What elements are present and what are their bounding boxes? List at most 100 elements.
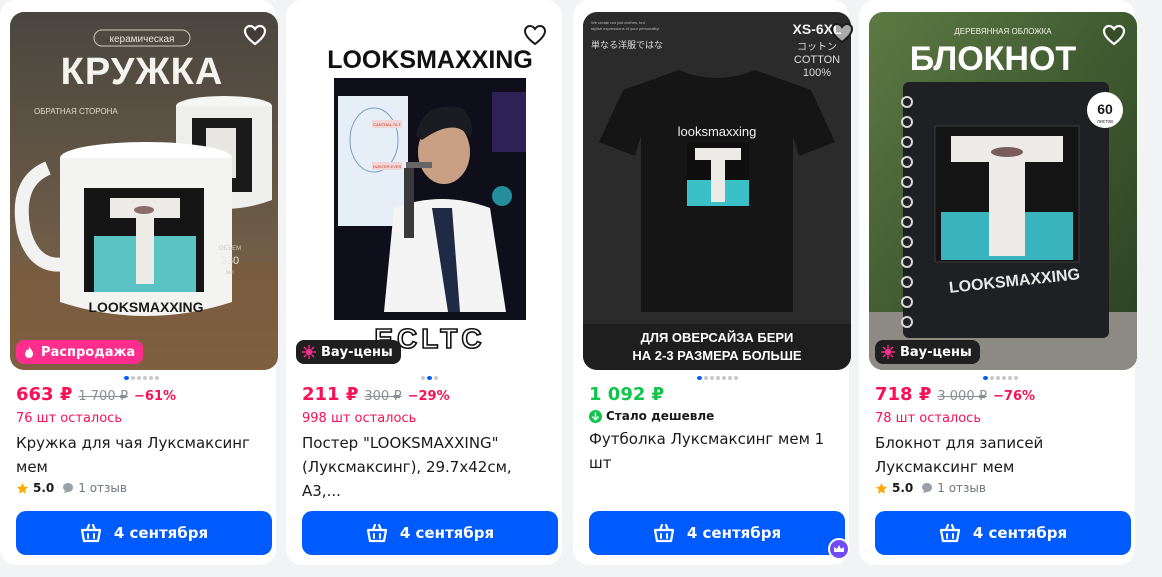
- product-image[interactable]: ДЕРЕВЯННАЯ ОБЛОЖКА БЛОКНОТ 60 листов LOO…: [869, 12, 1137, 370]
- title-line: Блокнот для записей: [875, 434, 1044, 452]
- reviews-count: 1 отзыв: [78, 481, 127, 495]
- svg-text:ОБЪЕМ: ОБЪЕМ: [219, 246, 241, 252]
- product-title[interactable]: Футболка Луксмаксинг мем 1 шт: [589, 427, 839, 475]
- gallery-dots: [124, 376, 159, 382]
- current-price: 1 092 ₽: [589, 384, 665, 405]
- wow-price-badge: Вау-цены: [296, 340, 401, 364]
- title-line: Кружка для чая Луксмаксинг: [16, 434, 250, 452]
- svg-text:КРУЖКА: КРУЖКА: [61, 51, 224, 93]
- gallery-dot[interactable]: [996, 376, 1000, 380]
- gallery-dot[interactable]: [421, 376, 425, 380]
- gallery-dot[interactable]: [149, 376, 153, 380]
- svg-text:単なる洋服ではな: 単なる洋服ではな: [591, 39, 663, 51]
- product-title[interactable]: Кружка для чая Луксмаксинг мем: [16, 431, 266, 479]
- badge-label: Вау-цены: [900, 344, 972, 360]
- svg-text:We create not just clothes, bu: We create not just clothes, but: [591, 20, 646, 25]
- sale-badge: Распродажа: [16, 340, 144, 364]
- heart-icon[interactable]: [829, 20, 855, 46]
- price-row: 718 ₽ 3 000 ₽ −76%: [875, 384, 1035, 405]
- gallery-dot[interactable]: [1008, 376, 1012, 380]
- price-row: 663 ₽ 1 700 ₽ −61%: [16, 384, 176, 405]
- basket-icon: [366, 523, 387, 543]
- svg-text:ДЕРЕВЯННАЯ ОБЛОЖКА: ДЕРЕВЯННАЯ ОБЛОЖКА: [954, 27, 1052, 36]
- image-headline: БЛОКНОТ: [910, 40, 1077, 78]
- gallery-dot[interactable]: [143, 376, 147, 380]
- gallery-dot[interactable]: [990, 376, 994, 380]
- shirt-brand: looksmaxxing: [678, 124, 757, 139]
- price-drop-text: Стало дешевле: [606, 409, 715, 423]
- gallery-dot[interactable]: [728, 376, 732, 380]
- product-card[interactable]: We create not just clothes, but stylish …: [573, 0, 854, 565]
- crown-icon[interactable]: [828, 538, 850, 560]
- delivery-button[interactable]: 4 сентября: [589, 511, 845, 555]
- gallery-dot[interactable]: [427, 376, 432, 380]
- delivery-button[interactable]: 4 сентября: [875, 511, 1131, 555]
- gallery-dot[interactable]: [697, 376, 702, 380]
- gallery-dot[interactable]: [124, 376, 129, 380]
- discount-label: −76%: [993, 389, 1036, 404]
- wow-price-badge: Вау-цены: [875, 340, 980, 364]
- price-drop-label: Стало дешевле: [589, 409, 714, 423]
- gallery-dot[interactable]: [704, 376, 708, 380]
- basket-icon: [80, 523, 101, 543]
- svg-text:ДЛЯ ОВЕРСАЙЗА БЕРИ: ДЛЯ ОВЕРСАЙЗА БЕРИ: [641, 330, 794, 345]
- gallery-dot[interactable]: [1002, 376, 1006, 380]
- gallery-dot[interactable]: [1014, 376, 1018, 380]
- old-price: 3 000 ₽: [937, 389, 987, 404]
- heart-icon[interactable]: [242, 22, 268, 48]
- delivery-button[interactable]: 4 сентября: [16, 511, 272, 555]
- gallery-dot[interactable]: [734, 376, 738, 380]
- gallery-dots: [697, 376, 738, 382]
- heart-icon[interactable]: [522, 22, 548, 48]
- chat-bubble-icon: [63, 483, 74, 493]
- gallery-dot[interactable]: [722, 376, 726, 380]
- gallery-dot[interactable]: [137, 376, 141, 380]
- product-image[interactable]: We create not just clothes, but stylish …: [583, 12, 851, 370]
- gallery-dot[interactable]: [131, 376, 135, 380]
- delivery-date: 4 сентября: [113, 524, 209, 542]
- delivery-date: 4 сентября: [972, 524, 1068, 542]
- svg-text:НА 2-3 РАЗМЕРА БОЛЬШЕ: НА 2-3 РАЗМЕРА БОЛЬШЕ: [632, 348, 802, 363]
- gallery-dot[interactable]: [716, 376, 720, 380]
- rating-row[interactable]: 5.0 1 отзыв: [16, 481, 127, 495]
- product-card[interactable]: LOOKSMAXXING CANTHAL TILT HUNTER EYES EC…: [286, 0, 562, 565]
- image-subtitle: керамическая: [110, 34, 175, 45]
- svg-text:LOOKSMAXXING: LOOKSMAXXING: [88, 299, 203, 315]
- heart-icon[interactable]: [1101, 22, 1127, 48]
- price-row: 1 092 ₽: [589, 384, 664, 405]
- sparkle-icon: [302, 345, 316, 359]
- current-price: 211 ₽: [302, 384, 359, 405]
- gallery-dots: [983, 376, 1018, 382]
- old-price: 300 ₽: [364, 389, 402, 404]
- discount-label: −61%: [134, 389, 177, 404]
- svg-text:COTTON: COTTON: [794, 54, 840, 66]
- title-line: Футболка Луксмаксинг мем 1 шт: [589, 430, 825, 472]
- delivery-date: 4 сентября: [399, 524, 495, 542]
- product-title[interactable]: Блокнот для записей Луксмаксинг мем: [875, 431, 1125, 479]
- gallery-dot[interactable]: [710, 376, 714, 380]
- product-image[interactable]: LOOKSMAXXING CANTHAL TILT HUNTER EYES EC…: [292, 12, 558, 370]
- product-image[interactable]: керамическая КРУЖКА ОБРАТНАЯ СТОРОНА LOO…: [10, 12, 278, 370]
- gallery-dot[interactable]: [983, 376, 988, 380]
- current-price: 663 ₽: [16, 384, 73, 405]
- rating-row[interactable]: 5.0 1 отзыв: [875, 481, 986, 495]
- discount-label: −29%: [407, 389, 450, 404]
- poster-headline: LOOKSMAXXING: [327, 46, 533, 74]
- svg-text:мл: мл: [226, 270, 234, 276]
- gallery-dot[interactable]: [155, 376, 159, 380]
- product-card[interactable]: керамическая КРУЖКА ОБРАТНАЯ СТОРОНА LOO…: [0, 0, 278, 565]
- svg-text:stylish expressions of your pe: stylish expressions of your personality!: [591, 26, 659, 31]
- svg-text:330: 330: [221, 255, 239, 267]
- title-line: (Луксмаксинг), 29.7x42см, А3,...: [302, 458, 512, 500]
- stock-left: 998 шт осталось: [302, 411, 417, 426]
- stock-left: 78 шт осталось: [875, 411, 981, 426]
- gallery-dots: [421, 376, 438, 382]
- title-line: мем: [16, 458, 48, 476]
- product-title[interactable]: Постер "LOOKSMAXXING" (Луксмаксинг), 29.…: [302, 431, 552, 503]
- svg-text:CANTHAL TILT: CANTHAL TILT: [373, 122, 401, 127]
- sparkle-icon: [881, 345, 895, 359]
- star-icon: [16, 482, 29, 494]
- gallery-dot[interactable]: [434, 376, 438, 380]
- product-card[interactable]: ДЕРЕВЯННАЯ ОБЛОЖКА БЛОКНОТ 60 листов LOO…: [859, 0, 1137, 565]
- delivery-button[interactable]: 4 сентября: [302, 511, 558, 555]
